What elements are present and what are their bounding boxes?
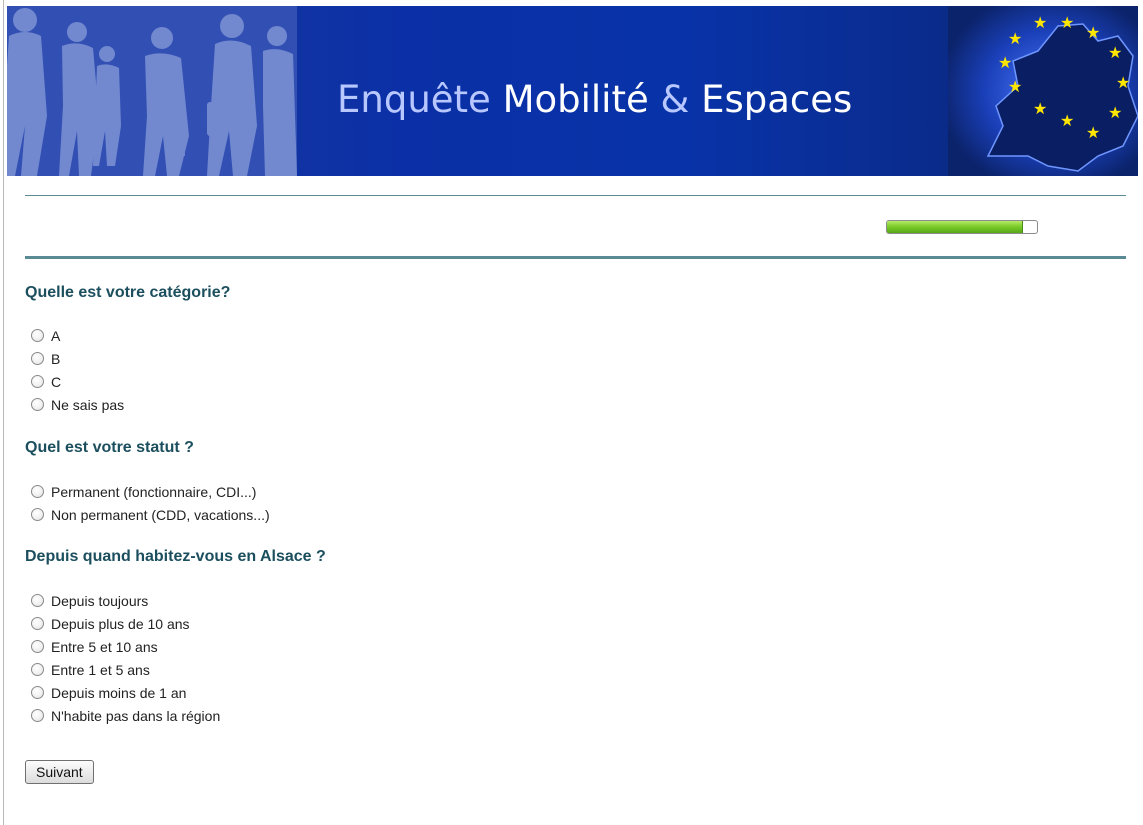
option-label: Depuis plus de 10 ans [51, 615, 190, 632]
radio-button[interactable] [31, 375, 44, 388]
question-status-title: Quel est votre statut ? [25, 439, 194, 456]
option-residence-over-10[interactable]: Depuis plus de 10 ans [31, 612, 220, 635]
radio-button[interactable] [31, 329, 44, 342]
progress-bar-fill [887, 221, 1023, 233]
svg-text:★: ★ [1008, 77, 1022, 96]
option-label: Permanent (fonctionnaire, CDI...) [51, 483, 257, 500]
question-residence-options: Depuis toujours Depuis plus de 10 ans En… [31, 589, 220, 727]
divider-thick [25, 256, 1126, 259]
option-label: Ne sais pas [51, 396, 125, 413]
europe-map-stars-image: ★ ★ ★ ★ ★ ★ ★ ★ ★ ★ ★ ★ [948, 6, 1138, 176]
option-label: Depuis toujours [51, 592, 149, 609]
radio-button[interactable] [31, 398, 44, 411]
svg-text:★: ★ [1033, 13, 1047, 32]
divider-thin [25, 195, 1126, 196]
option-residence-always[interactable]: Depuis toujours [31, 589, 220, 612]
option-category-unknown[interactable]: Ne sais pas [31, 393, 124, 416]
radio-button[interactable] [31, 663, 44, 676]
option-label: Entre 5 et 10 ans [51, 638, 158, 655]
svg-text:★: ★ [1086, 123, 1100, 142]
option-status-permanent[interactable]: Permanent (fonctionnaire, CDI...) [31, 480, 270, 503]
header-banner: Enquête Mobilité & Espaces ★ ★ ★ ★ ★ ★ ★ [7, 6, 1138, 176]
svg-text:★: ★ [1008, 29, 1022, 48]
option-label: B [51, 350, 61, 367]
svg-text:★: ★ [1116, 73, 1130, 92]
radio-button[interactable] [31, 594, 44, 607]
option-residence-under-1[interactable]: Depuis moins de 1 an [31, 681, 220, 704]
svg-text:★: ★ [1060, 13, 1074, 32]
option-residence-1-5[interactable]: Entre 1 et 5 ans [31, 658, 220, 681]
option-status-non-permanent[interactable]: Non permanent (CDD, vacations...) [31, 503, 270, 526]
option-residence-5-10[interactable]: Entre 5 et 10 ans [31, 635, 220, 658]
svg-text:★: ★ [1086, 23, 1100, 42]
question-residence-title: Depuis quand habitez-vous en Alsace ? [25, 548, 326, 565]
radio-button[interactable] [31, 485, 44, 498]
option-label: C [51, 373, 62, 390]
radio-button[interactable] [31, 640, 44, 653]
radio-button[interactable] [31, 508, 44, 521]
question-category-title: Quelle est votre catégorie? [25, 284, 231, 301]
next-button[interactable]: Suivant [25, 760, 94, 784]
svg-text:★: ★ [1108, 43, 1122, 62]
survey-page: Enquête Mobilité & Espaces ★ ★ ★ ★ ★ ★ ★ [0, 0, 1143, 825]
question-status-options: Permanent (fonctionnaire, CDI...) Non pe… [31, 480, 270, 526]
option-label: A [51, 327, 61, 344]
option-category-b[interactable]: B [31, 347, 124, 370]
svg-text:★: ★ [998, 53, 1012, 72]
option-category-c[interactable]: C [31, 370, 124, 393]
question-category-options: A B C Ne sais pas [31, 324, 124, 416]
progress-bar [886, 220, 1038, 234]
option-category-a[interactable]: A [31, 324, 124, 347]
banner-title-part-4: Espaces [689, 78, 853, 121]
banner-title: Enquête Mobilité & Espaces [337, 78, 852, 121]
radio-button[interactable] [31, 617, 44, 630]
window-left-border [0, 0, 4, 825]
option-label: N'habite pas dans la région [51, 707, 221, 724]
svg-text:★: ★ [1033, 99, 1047, 118]
option-label: Depuis moins de 1 an [51, 684, 187, 701]
option-label: Entre 1 et 5 ans [51, 661, 150, 678]
radio-button[interactable] [31, 352, 44, 365]
banner-title-part-3: & [660, 78, 690, 121]
svg-text:★: ★ [1108, 103, 1122, 122]
svg-text:★: ★ [1060, 111, 1074, 130]
radio-button[interactable] [31, 686, 44, 699]
people-silhouettes-image [7, 6, 297, 176]
banner-title-part-1: Enquête [337, 78, 491, 121]
radio-button[interactable] [31, 709, 44, 722]
option-label: Non permanent (CDD, vacations...) [51, 506, 270, 523]
option-residence-not-in-region[interactable]: N'habite pas dans la région [31, 704, 220, 727]
banner-title-part-2: Mobilité [490, 78, 661, 121]
